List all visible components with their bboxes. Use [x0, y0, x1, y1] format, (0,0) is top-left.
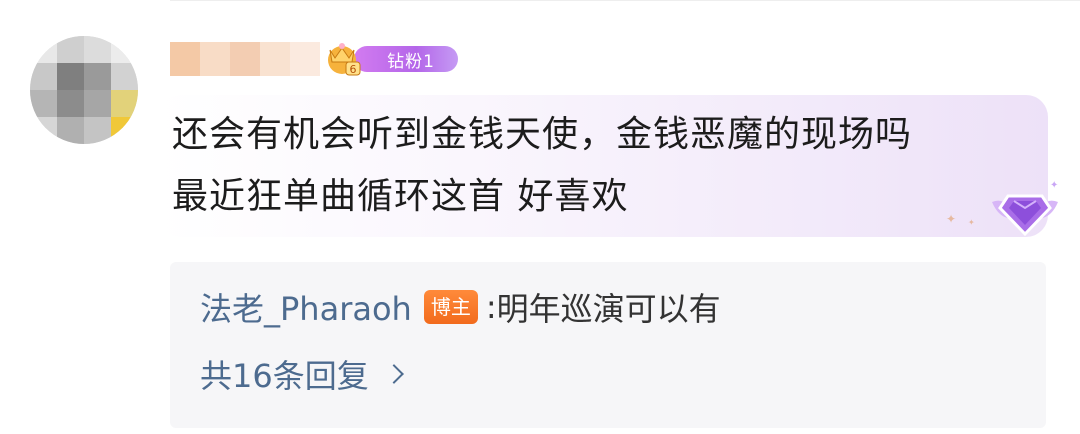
reply-count-label: 共16条回复 — [200, 357, 369, 395]
reply-author-name[interactable]: 法老_Pharaoh — [200, 284, 412, 330]
fan-badge-pill: 钻粉1 — [354, 46, 458, 72]
svg-text:✦: ✦ — [1050, 180, 1058, 191]
comment-line-2: 最近狂单曲循环这首 好喜欢 — [172, 176, 629, 217]
chevron-right-icon — [383, 364, 404, 384]
sparkle-icon: ✦ — [968, 218, 975, 227]
reply-separator: : — [485, 288, 497, 326]
username-blurred[interactable] — [170, 42, 320, 76]
crown-level-icon: 6 — [328, 43, 361, 76]
reply-text: 明年巡演可以有 — [496, 290, 721, 328]
fan-badge-label: 钻粉1 — [387, 51, 435, 72]
crown-level-number: 6 — [350, 63, 357, 76]
top-divider — [170, 0, 1080, 1]
comment-text[interactable]: 还会有机会听到金钱天使，金钱恶魔的现场吗 最近狂单曲循环这首 好喜欢 — [172, 104, 1032, 228]
comment-line-1: 还会有机会听到金钱天使，金钱恶魔的现场吗 — [172, 114, 913, 155]
reply-item[interactable]: 法老_Pharaoh 博主 : 明年巡演可以有 — [200, 284, 721, 330]
view-all-replies-link[interactable]: 共16条回复 — [200, 350, 404, 398]
author-tag-badge: 博主 — [423, 290, 478, 324]
diamond-gem-icon: ✦ — [992, 180, 1058, 237]
sparkle-icon: ✦ — [946, 212, 957, 226]
avatar[interactable] — [30, 36, 138, 144]
